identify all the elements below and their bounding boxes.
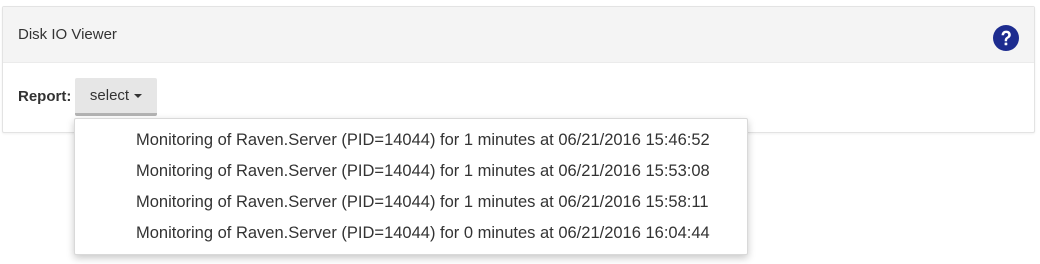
report-dropdown-menu: Monitoring of Raven.Server (PID=14044) f… (74, 118, 748, 255)
report-label: Report: (18, 88, 72, 105)
report-select-label: select (89, 87, 130, 104)
report-option[interactable]: Monitoring of Raven.Server (PID=14044) f… (115, 187, 747, 218)
caret-down-icon (134, 94, 143, 99)
disk-io-panel: Disk IO Viewer Report: select (2, 6, 1035, 133)
report-option[interactable]: Monitoring of Raven.Server (PID=14044) f… (115, 218, 747, 249)
panel-title: Disk IO Viewer (18, 26, 117, 43)
question-circle-icon[interactable] (992, 24, 1020, 52)
panel-header: Disk IO Viewer (3, 7, 1034, 63)
report-option[interactable]: Monitoring of Raven.Server (PID=14044) f… (115, 125, 747, 156)
report-option[interactable]: Monitoring of Raven.Server (PID=14044) f… (115, 156, 747, 187)
report-select-button[interactable]: select (75, 78, 157, 116)
